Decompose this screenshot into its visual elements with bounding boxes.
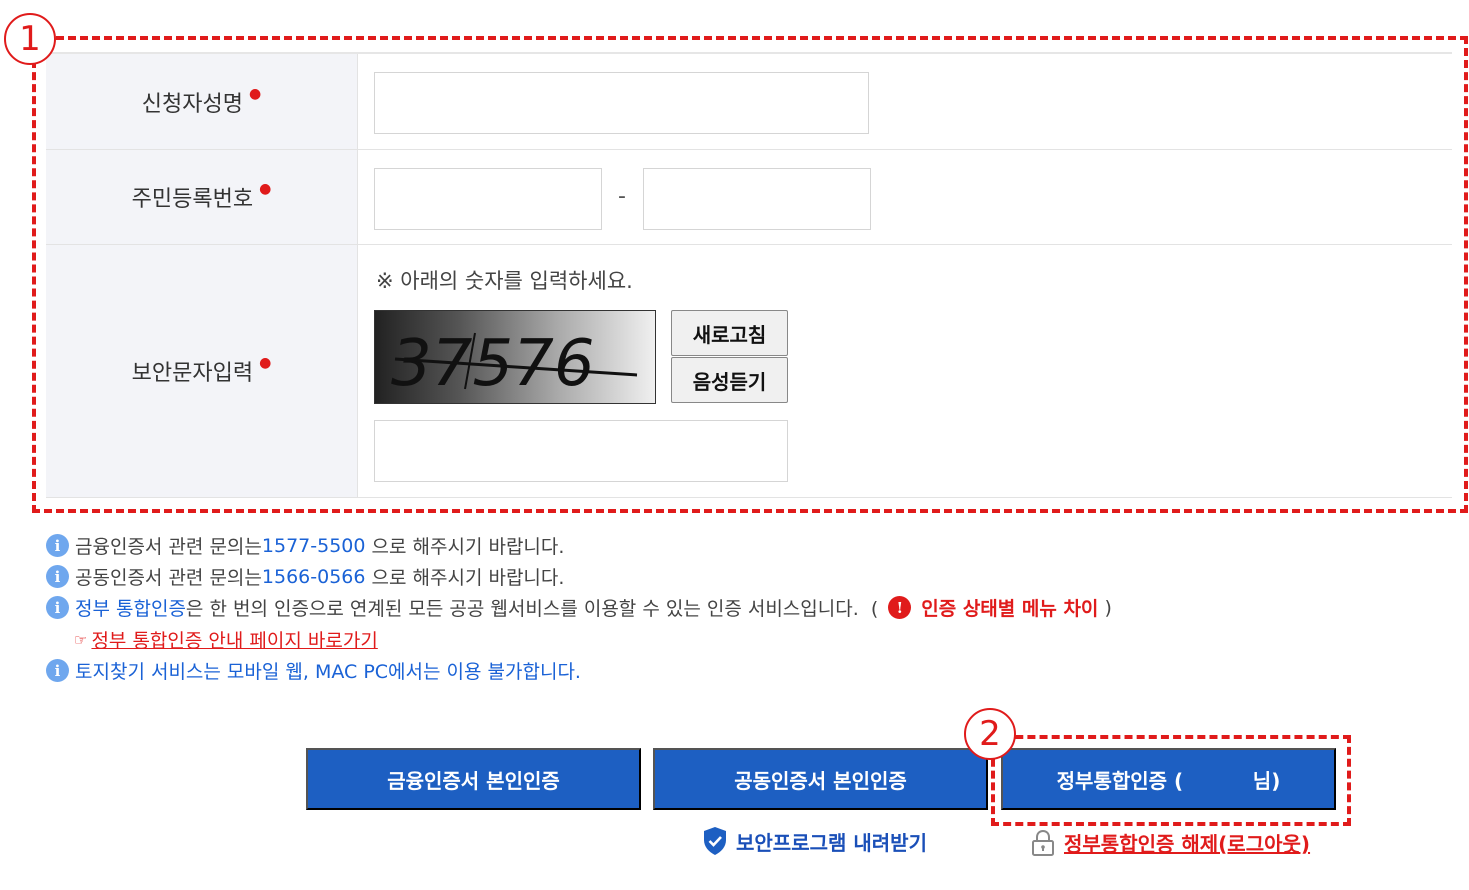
shield-check-icon (704, 827, 726, 855)
info-circle-icon: i (46, 534, 69, 557)
notice-text: 토지찾기 서비스는 모바일 웹, MAC PC에서는 이용 불가합니다. (75, 661, 581, 683)
notice-text: 공동인증서 관련 문의는 (75, 567, 262, 589)
financial-cert-button[interactable]: 금융인증서 본인인증 (306, 748, 641, 810)
info-circle-icon: i (46, 596, 69, 619)
notice-text: 은 한 번의 인증으로 연계된 모든 공공 웹서비스를 이용할 수 있는 인증 … (185, 598, 879, 620)
gov-cert-term: 정부 통합인증 (75, 598, 186, 620)
joint-cert-button[interactable]: 공동인증서 본인인증 (653, 748, 988, 810)
gov-cert-guide-link-text[interactable]: 정부 통합인증 안내 페이지 바로가기 (91, 626, 377, 653)
pointing-hand-icon: ☞ (74, 630, 88, 649)
annotation-badge-2: 2 (964, 708, 1016, 760)
notice-financial-cert: i 금융인증서 관련 문의는 1577-5500 으로 해주시기 바랍니다. (46, 532, 564, 559)
info-circle-icon: i (46, 659, 69, 682)
joint-cert-phone: 1566-0566 (261, 565, 366, 588)
notice-land-search: i 토지찾기 서비스는 모바일 웹, MAC PC에서는 이용 불가합니다. (46, 657, 581, 684)
annotation-box-1 (32, 36, 1468, 513)
notice-text: 으로 해주시기 바랍니다. (365, 567, 565, 589)
exclamation-circle-icon: ! (888, 596, 912, 619)
gov-cert-logout-text[interactable]: 정부통합인증 해제(로그아웃) (1064, 828, 1310, 857)
notice-text: 으로 해주시기 바랍니다. (365, 536, 565, 558)
notice-joint-cert: i 공동인증서 관련 문의는 1566-0566 으로 해주시기 바랍니다. (46, 563, 564, 590)
notice-text: ) (1098, 596, 1112, 619)
annotation-badge-1: 1 (4, 13, 56, 65)
lock-icon (1032, 829, 1054, 856)
menu-difference-link[interactable]: 인증 상태별 메뉴 차이 (921, 594, 1098, 621)
notice-gov-cert: i 정부 통합인증 은 한 번의 인증으로 연계된 모든 공공 웹서비스를 이용할… (46, 594, 1112, 621)
annotation-box-2 (991, 735, 1351, 826)
info-circle-icon: i (46, 565, 69, 588)
notice-text: 금융인증서 관련 문의는 (75, 536, 262, 558)
security-program-download-link[interactable]: 보안프로그램 내려받기 (702, 826, 927, 856)
gov-cert-logout-link[interactable]: 정부통합인증 해제(로그아웃) (1030, 828, 1310, 857)
financial-cert-phone: 1577-5500 (261, 534, 366, 557)
security-program-download-text[interactable]: 보안프로그램 내려받기 (736, 827, 927, 856)
gov-cert-guide-link[interactable]: ☞ 정부 통합인증 안내 페이지 바로가기 (74, 626, 378, 653)
